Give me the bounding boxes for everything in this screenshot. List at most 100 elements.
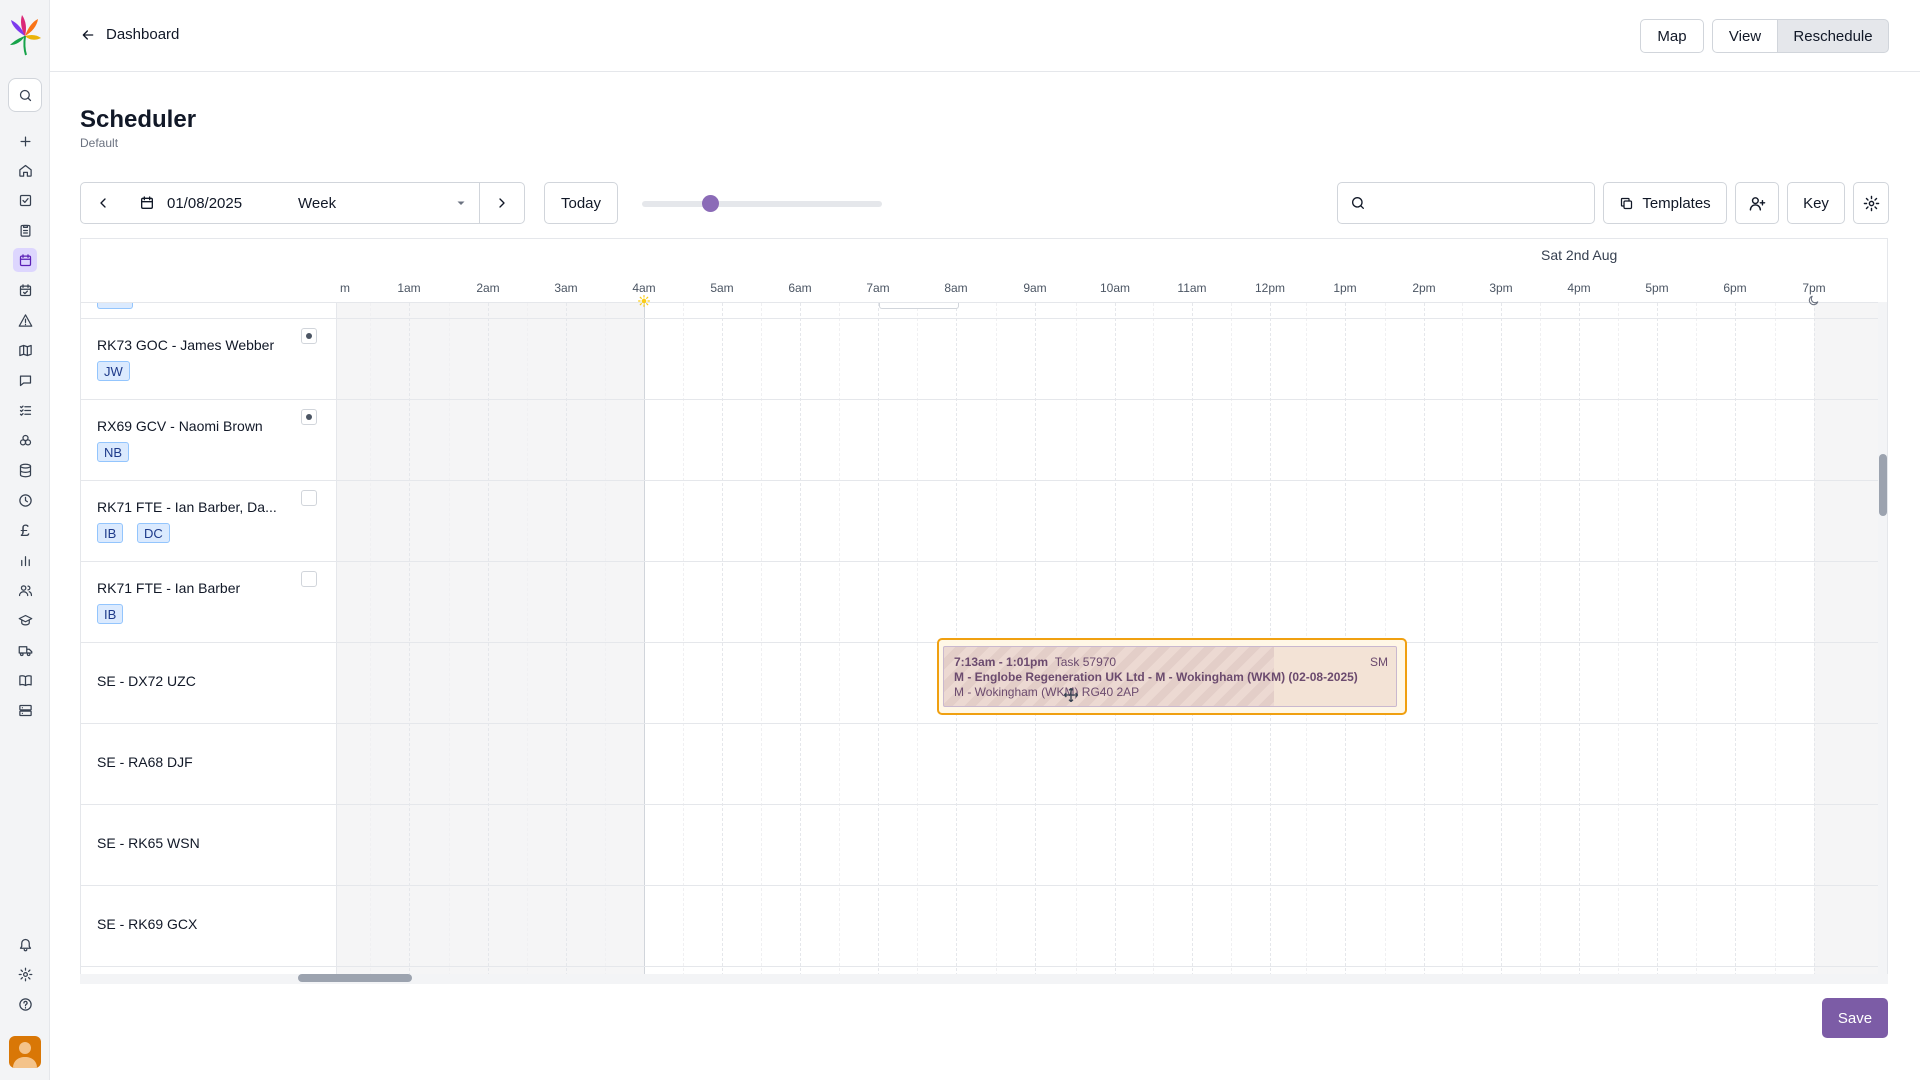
hour-label: 3am [554, 281, 578, 295]
hour-label: 7am [866, 281, 890, 295]
page-title: Scheduler [80, 106, 197, 133]
sidebar-item-alerts[interactable] [13, 308, 37, 332]
save-button[interactable]: Save [1822, 998, 1888, 1038]
key-button[interactable]: Key [1787, 182, 1845, 224]
resource-name: SE - RK69 GCX [97, 916, 198, 932]
hour-label: 1am [397, 281, 421, 295]
hour-label: 7pm [1802, 281, 1826, 295]
sidebar-item-servers[interactable] [13, 698, 37, 722]
sidebar-item-vehicles[interactable] [13, 638, 37, 662]
bar-chart-icon [20, 555, 30, 566]
hour-label: 4pm [1567, 281, 1591, 295]
plus-icon [20, 136, 30, 146]
resource-chip-partial [97, 303, 133, 309]
row-select-checkbox[interactable] [301, 571, 317, 587]
server-icon [18, 704, 32, 716]
home-icon [18, 164, 32, 177]
resource-name: SE - DX72 UZC [97, 673, 196, 689]
sidebar-item-finance[interactable]: £ [13, 518, 37, 542]
resource-name: RK71 FTE - Ian Barber, Da... [97, 499, 277, 515]
add-user-button[interactable] [1735, 182, 1779, 224]
table-row[interactable]: SE - RK65 WSN [81, 805, 1887, 886]
table-row[interactable]: RX69 GCV - Naomi Brown NB [81, 400, 1887, 481]
pound-icon: £ [20, 520, 30, 540]
resource-chip: JW [97, 361, 130, 381]
row-select-checkbox[interactable] [301, 490, 317, 506]
view-button[interactable]: View [1712, 19, 1778, 53]
back-to-dashboard-link[interactable]: Dashboard [80, 26, 179, 43]
sidebar-item-tasks[interactable] [13, 188, 37, 212]
next-period-button[interactable] [479, 182, 525, 224]
sidebar-item-home[interactable] [13, 158, 37, 182]
resource-name: RX69 GCV - Naomi Brown [97, 418, 263, 434]
calendar-icon [141, 196, 153, 209]
vertical-scrollbar[interactable] [1878, 302, 1887, 974]
row-select-checkbox[interactable] [301, 409, 317, 425]
date-value: 01/08/2025 [167, 194, 243, 212]
calendar-check-icon [19, 283, 31, 296]
settings-button[interactable] [1853, 182, 1889, 224]
user-plus-icon [1749, 196, 1765, 211]
hour-label: 10am [1099, 281, 1131, 295]
sidebar-item-checklists[interactable] [13, 398, 37, 422]
table-row[interactable]: RK71 FTE - Ian Barber, Da... IB DC [81, 481, 1887, 562]
resource-name: SE - RK65 WSN [97, 835, 200, 851]
zoom-slider-track[interactable] [642, 201, 882, 207]
table-row[interactable]: SE - RA68 DJF [81, 724, 1887, 805]
sidebar-item-planner[interactable] [13, 278, 37, 302]
hour-label: 3pm [1489, 281, 1513, 295]
user-avatar[interactable] [9, 1036, 41, 1068]
sidebar-item-add[interactable] [13, 129, 37, 153]
prev-period-button[interactable] [80, 182, 126, 224]
sidebar-item-help[interactable] [13, 992, 37, 1016]
help-circle-icon [18, 997, 32, 1011]
range-select[interactable]: Week [284, 182, 480, 224]
sidebar-item-reports[interactable] [13, 548, 37, 572]
person-icon [13, 1042, 37, 1068]
table-row[interactable]: RK71 FTE - Ian Barber IB [81, 562, 1887, 643]
sidebar: £ [0, 0, 50, 1080]
sidebar-item-users[interactable] [13, 578, 37, 602]
brand-logo-icon[interactable] [8, 14, 42, 56]
sidebar-item-messages[interactable] [13, 368, 37, 392]
move-cursor-icon [1063, 687, 1079, 703]
sidebar-item-notifications[interactable] [13, 932, 37, 956]
task-location: M - Wokingham (WKM) RG40 2AP [954, 685, 1140, 699]
sidebar-item-training[interactable] [13, 608, 37, 632]
resource-chip: IB [97, 523, 124, 543]
resource-chip: NB [97, 442, 130, 462]
today-button[interactable]: Today [544, 182, 618, 224]
day-label: Sat 2nd Aug [1541, 247, 1618, 263]
timeline-header: Sat 2nd Aug m 1am 2am 3am 4am 5am 6am 7am 8am 9am… [81, 239, 1887, 307]
sidebar-item-assets[interactable] [13, 428, 37, 452]
caret-down-icon [457, 201, 465, 205]
warning-icon [18, 313, 32, 327]
map-button[interactable]: Map [1640, 19, 1704, 53]
sidebar-search-button[interactable] [8, 78, 42, 112]
calendar-icon [19, 253, 31, 266]
date-picker[interactable]: 01/08/2025 [125, 182, 285, 224]
hour-label: 1pm [1333, 281, 1357, 295]
templates-button[interactable]: Templates [1603, 182, 1727, 224]
zoom-slider-thumb[interactable] [702, 195, 719, 212]
sidebar-item-database[interactable] [13, 458, 37, 482]
sidebar-item-map[interactable] [13, 338, 37, 362]
hour-label: 6am [788, 281, 812, 295]
horizontal-scroll-thumb[interactable] [298, 974, 412, 982]
sidebar-item-scheduler[interactable] [13, 248, 37, 272]
table-row[interactable]: RK73 GOC - James Webber JW [81, 319, 1887, 400]
graduation-cap-icon [18, 614, 32, 625]
copy-icon [1621, 197, 1633, 209]
vertical-scroll-thumb[interactable] [1879, 454, 1887, 516]
sidebar-item-history[interactable] [13, 488, 37, 512]
sidebar-item-jobs[interactable] [13, 218, 37, 242]
task-block-partial[interactable] [879, 303, 959, 309]
sidebar-item-settings[interactable] [13, 962, 37, 986]
search-box[interactable] [1337, 182, 1595, 224]
row-select-checkbox[interactable] [301, 328, 317, 344]
search-input[interactable] [1374, 195, 1584, 211]
reschedule-button[interactable]: Reschedule [1777, 19, 1889, 53]
table-row[interactable]: SE - RK69 GCX [81, 886, 1887, 967]
task-block[interactable]: 7:13am - 1:01pm Task 57970 SM M - Englob… [943, 646, 1397, 707]
sidebar-item-docs[interactable] [13, 668, 37, 692]
